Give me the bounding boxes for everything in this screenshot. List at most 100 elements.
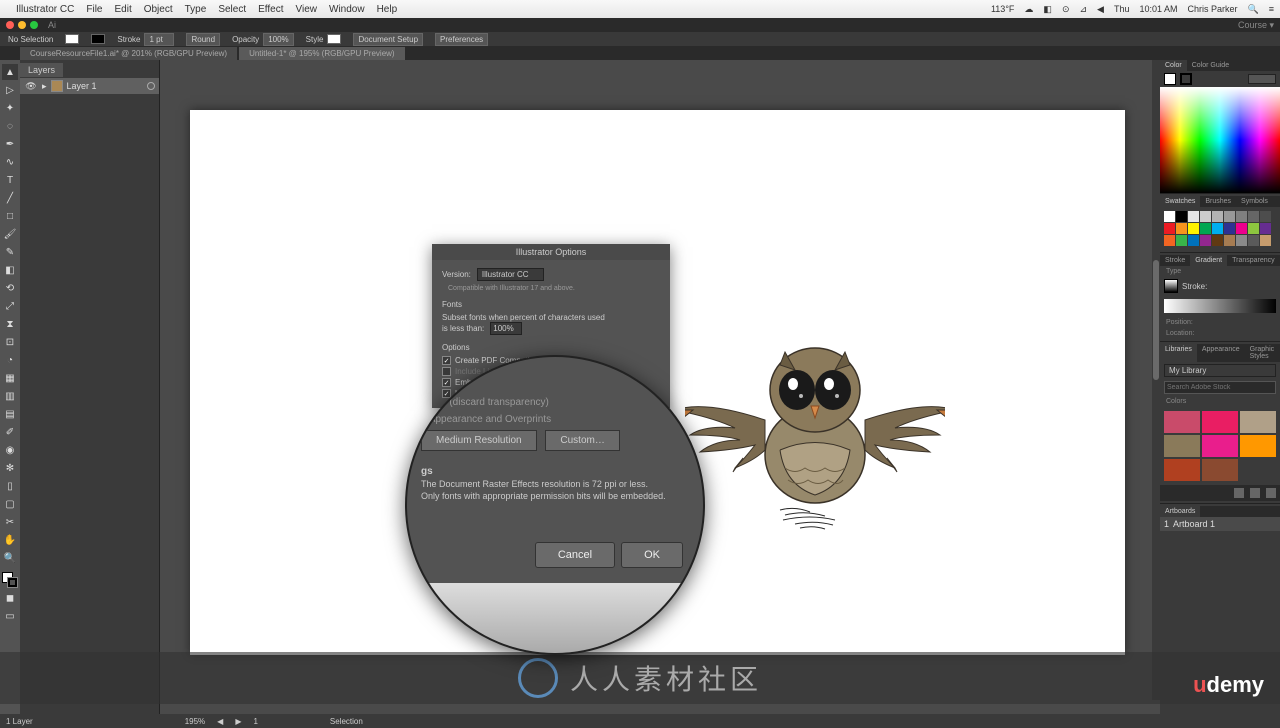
menubar-icon[interactable]: ☁ (1024, 4, 1033, 15)
subset-percent-input[interactable] (490, 322, 522, 335)
zoom-icon[interactable] (30, 21, 38, 29)
swatches-tab[interactable]: Swatches (1160, 196, 1200, 207)
swatch[interactable] (1236, 211, 1247, 222)
zoom-level[interactable]: 195% (185, 717, 205, 726)
menu-help[interactable]: Help (377, 4, 398, 15)
swatch[interactable] (1176, 211, 1187, 222)
library-swatch[interactable] (1240, 411, 1276, 433)
library-swatch[interactable] (1202, 411, 1238, 433)
swatch[interactable] (1200, 211, 1211, 222)
perspective-tool[interactable]: ▦ (2, 370, 18, 386)
lib-icon[interactable] (1250, 488, 1260, 498)
menu-file[interactable]: File (86, 4, 102, 15)
menubar-icon[interactable]: ⊙ (1062, 4, 1070, 15)
menu-effect[interactable]: Effect (258, 4, 283, 15)
lib-icon[interactable] (1234, 488, 1244, 498)
graphicstyles-tab[interactable]: Graphic Styles (1245, 344, 1280, 362)
menubar-icon[interactable]: ◧ (1043, 4, 1052, 15)
version-dropdown[interactable]: Illustrator CC (477, 268, 544, 281)
symbol-sprayer-tool[interactable]: ✻ (2, 460, 18, 476)
hex-input[interactable] (1248, 74, 1276, 84)
swatch[interactable] (1224, 235, 1235, 246)
swatch[interactable] (1188, 223, 1199, 234)
expand-icon[interactable]: ▸ (42, 81, 47, 92)
swatch[interactable] (1212, 235, 1223, 246)
swatch[interactable] (1188, 235, 1199, 246)
swatch[interactable] (1164, 223, 1175, 234)
search-input[interactable] (1164, 381, 1276, 394)
nav-prev[interactable]: ◀ (217, 717, 223, 726)
lasso-tool[interactable]: ◌ (2, 118, 18, 134)
preferences-button[interactable]: Preferences (435, 33, 488, 46)
doc-tab-1[interactable]: CourseResourceFile1.ai* @ 201% (RGB/GPU … (20, 47, 237, 60)
blend-tool[interactable]: ◉ (2, 442, 18, 458)
stroke-color[interactable] (7, 577, 18, 588)
color-mode[interactable]: ◼ (2, 590, 18, 606)
type-tool[interactable]: T (2, 172, 18, 188)
scrollbar-thumb[interactable] (1153, 260, 1159, 380)
menu-edit[interactable]: Edit (114, 4, 131, 15)
swatch[interactable] (1260, 223, 1271, 234)
artboard-name[interactable]: Artboard 1 (1173, 519, 1215, 529)
notification-icon[interactable]: ≡ (1269, 4, 1274, 14)
minimize-icon[interactable] (18, 21, 26, 29)
swatch[interactable] (1176, 223, 1187, 234)
color-tab[interactable]: Color (1160, 60, 1187, 71)
swatch[interactable] (1236, 235, 1247, 246)
library-swatch[interactable] (1240, 435, 1276, 457)
swatch[interactable] (1164, 211, 1175, 222)
swatch[interactable] (1248, 235, 1259, 246)
mesh-tool[interactable]: ▥ (2, 388, 18, 404)
appearance-tab[interactable]: Appearance (1197, 344, 1245, 362)
fill-stroke-selector[interactable] (2, 572, 18, 588)
pen-tool[interactable]: ✒ (2, 136, 18, 152)
eyedropper-tool[interactable]: ✐ (2, 424, 18, 440)
swatches-grid[interactable] (1160, 207, 1280, 250)
layer-name[interactable]: Layer 1 (67, 81, 97, 91)
document-setup-button[interactable]: Document Setup (353, 33, 423, 46)
gradient-tool[interactable]: ▤ (2, 406, 18, 422)
width-tool[interactable]: ⧗ (2, 316, 18, 332)
swatch[interactable] (1200, 235, 1211, 246)
library-dropdown[interactable]: My Library (1164, 364, 1276, 377)
fill-swatch[interactable] (65, 34, 79, 44)
artboard-tool[interactable]: ▢ (2, 496, 18, 512)
eraser-tool[interactable]: ◧ (2, 262, 18, 278)
rotate-tool[interactable]: ⟲ (2, 280, 18, 296)
swatch[interactable] (1164, 235, 1175, 246)
style-swatch[interactable] (327, 34, 341, 44)
swatch[interactable] (1248, 211, 1259, 222)
swatch[interactable] (1236, 223, 1247, 234)
menu-select[interactable]: Select (218, 4, 246, 15)
gradient-preview[interactable] (1164, 279, 1178, 293)
color-spectrum[interactable] (1160, 87, 1280, 193)
library-swatch[interactable] (1164, 435, 1200, 457)
direct-selection-tool[interactable]: ▷ (2, 82, 18, 98)
gradient-tab[interactable]: Gradient (1190, 255, 1227, 266)
swatch[interactable] (1260, 211, 1271, 222)
library-swatch[interactable] (1202, 435, 1238, 457)
cancel-button[interactable]: Cancel (535, 542, 615, 568)
workspace-switcher[interactable]: Course ▾ (1238, 20, 1274, 31)
vertical-scrollbar[interactable] (1152, 60, 1160, 700)
free-transform-tool[interactable]: ⊡ (2, 334, 18, 350)
resolution-dropdown[interactable]: Medium Resolution (421, 430, 537, 451)
target-icon[interactable] (147, 82, 155, 90)
swatch[interactable] (1248, 223, 1259, 234)
menu-object[interactable]: Object (144, 4, 173, 15)
swatch[interactable] (1188, 211, 1199, 222)
swatch[interactable] (1224, 211, 1235, 222)
layer-row[interactable]: 👁 ▸ Layer 1 (20, 78, 159, 94)
doc-tab-2[interactable]: Untitled-1* @ 195% (RGB/GPU Preview) (239, 47, 405, 60)
swatch[interactable] (1200, 223, 1211, 234)
screen-mode[interactable]: ▭ (2, 608, 18, 624)
opacity-value[interactable]: 100% (263, 33, 293, 46)
column-graph-tool[interactable]: ▯ (2, 478, 18, 494)
stroke-swatch[interactable] (91, 34, 105, 44)
app-menu[interactable]: Illustrator CC (16, 4, 74, 15)
stroke-tab[interactable]: Stroke (1160, 255, 1190, 266)
layers-tab[interactable]: Layers (20, 63, 63, 77)
fill-indicator[interactable] (1164, 73, 1176, 85)
scale-tool[interactable]: ⤢ (2, 298, 18, 314)
gradient-slider[interactable] (1164, 299, 1276, 313)
